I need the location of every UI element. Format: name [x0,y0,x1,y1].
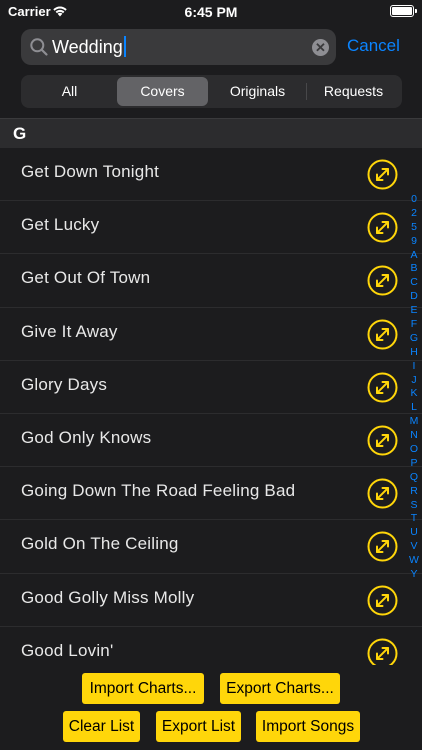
song-title: Get Out Of Town [21,268,151,288]
expand-arrows-icon[interactable] [367,372,398,403]
battery-icon [390,5,417,17]
index-letter[interactable]: M [407,415,421,429]
index-letter[interactable]: U [407,526,421,540]
index-letter[interactable]: N [407,429,421,443]
index-letter[interactable]: E [407,304,421,318]
index-letter[interactable]: D [407,290,421,304]
song-title: Get Down Tonight [21,162,160,181]
song-title: Gold On The Ceiling [21,534,179,554]
segment-covers[interactable]: Covers [117,77,208,106]
index-letter[interactable]: F [407,318,421,332]
song-row[interactable]: Good Lovin' [0,627,422,665]
index-letter[interactable]: C [407,276,421,290]
export-list-button[interactable]: Export List [156,711,241,742]
index-letter[interactable]: I [407,360,421,374]
clear-list-button[interactable]: Clear List [63,711,140,742]
search-input[interactable]: Wedding [52,36,126,58]
expand-arrows-icon[interactable] [367,212,398,243]
section-index-bar[interactable]: 0259ABCDEFGHIJKLMNOPQRSTUVWY [407,193,421,582]
song-row[interactable]: Get Out Of Town [0,254,422,308]
import-songs-button[interactable]: Import Songs [256,711,360,742]
song-row[interactable]: Get Down Tonight [0,148,422,202]
expand-arrows-icon[interactable] [367,478,398,509]
search-field[interactable]: Wedding ✕ [21,29,336,65]
index-letter[interactable]: V [407,540,421,554]
segment-all[interactable]: All [23,77,116,106]
cancel-button[interactable]: Cancel [347,36,400,56]
song-title: Good Lovin' [21,640,114,660]
song-row[interactable]: Gold On The Ceiling [0,520,422,574]
index-letter[interactable]: B [407,262,421,276]
clear-search-icon[interactable]: ✕ [312,39,329,56]
song-row[interactable]: Good Golly Miss Molly [0,574,422,627]
index-letter[interactable]: L [407,401,421,415]
index-letter[interactable]: J [407,374,421,388]
song-row[interactable]: Going Down The Road Feeling Bad [0,467,422,521]
expand-arrows-icon[interactable] [367,319,398,350]
song-row[interactable]: Glory Days [0,361,422,414]
expand-arrows-icon[interactable] [367,159,398,190]
song-row[interactable]: God Only Knows [0,414,422,468]
status-time: 6:45 PM [184,4,238,20]
index-letter[interactable]: Q [407,471,421,485]
song-list: Get Down Tonight Get Lucky Get Out Of Town… [0,148,422,665]
index-letter[interactable]: W [407,554,421,568]
expand-arrows-icon[interactable] [367,638,398,665]
song-title: Glory Days [21,374,108,394]
index-letter[interactable]: P [407,457,421,471]
expand-arrows-icon[interactable] [367,425,398,456]
index-letter[interactable]: K [407,387,421,401]
index-letter[interactable]: S [407,499,421,513]
index-letter[interactable]: R [407,485,421,499]
section-letter: G [13,124,27,143]
expand-arrows-icon[interactable] [367,531,398,562]
song-title: Good Golly Miss Molly [21,587,195,607]
song-title: Going Down The Road Feeling Bad [21,481,296,501]
song-row[interactable]: Get Lucky [0,201,422,255]
index-letter[interactable]: 0 [407,193,421,207]
section-header: G [0,118,422,148]
segment-originals[interactable]: Originals [210,77,305,106]
index-letter[interactable]: T [407,512,421,526]
text-caret [123,36,126,57]
index-letter[interactable]: 5 [407,221,421,235]
import-charts-button[interactable]: Import Charts... [82,673,204,704]
index-letter[interactable]: Y [407,568,421,582]
segment-requests[interactable]: Requests [307,77,400,106]
index-letter[interactable]: 9 [407,235,421,249]
song-title: Get Lucky [21,215,100,235]
song-title: God Only Knows [21,427,152,447]
index-letter[interactable]: 2 [407,207,421,221]
search-icon [30,38,48,56]
status-bar: Carrier 6:45 PM [0,0,422,24]
index-letter[interactable]: G [407,332,421,346]
song-row[interactable]: Give It Away [0,308,422,361]
export-charts-button[interactable]: Export Charts... [220,673,340,704]
index-letter[interactable]: A [407,249,421,263]
bottom-button-panel: Import Charts... Export Charts... Clear … [0,665,422,750]
index-letter[interactable]: O [407,443,421,457]
index-letter[interactable]: H [407,346,421,360]
filter-segmented-control: All Covers Originals Requests [21,75,402,108]
song-title: Give It Away [21,321,118,341]
expand-arrows-icon[interactable] [367,585,398,616]
expand-arrows-icon[interactable] [367,265,398,296]
